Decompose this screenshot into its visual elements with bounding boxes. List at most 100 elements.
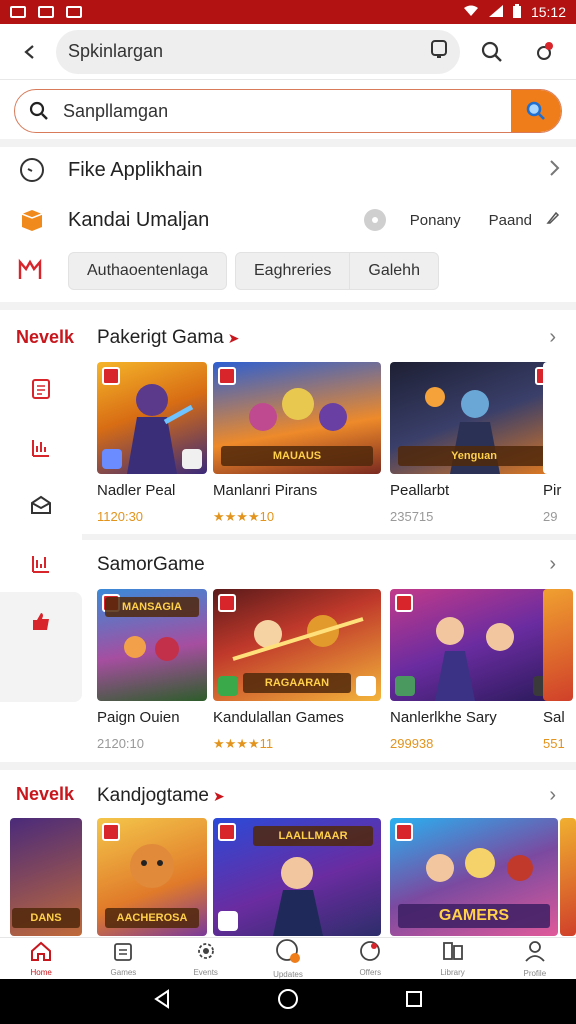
left-nav-item-news[interactable]	[0, 362, 82, 420]
game-card[interactable]: MAUAUS Manlanri Pirans ★★★★10	[213, 362, 381, 525]
game-thumbnail: AACHEROSA	[97, 818, 207, 936]
left-nav-heading: Nevelk	[16, 327, 75, 347]
bottom-nav-offers[interactable]: Offers	[329, 940, 411, 977]
tablet-icon[interactable]	[430, 39, 448, 64]
menu-row-file-apps[interactable]: Fike Applikhain	[0, 145, 576, 195]
search-icon	[15, 101, 63, 121]
chip-all[interactable]: Authaoentenlaga	[68, 252, 227, 290]
envelope-icon	[29, 494, 53, 521]
category-icon	[16, 254, 44, 286]
box-icon	[16, 204, 48, 236]
section-title[interactable]: SamorGame	[97, 554, 205, 576]
menu-label: Fike Applikhain	[68, 158, 203, 181]
bottom-nav: Home Games Events Updates Offers Library	[0, 937, 576, 979]
chevron-right-icon[interactable]: ›	[549, 553, 556, 576]
back-icon[interactable]	[10, 32, 50, 72]
chevron-right-icon[interactable]: ›	[549, 326, 556, 349]
menu-row-downloads[interactable]: Kandai Umaljan Ponany Paand	[0, 195, 576, 245]
game-meta: 1120:30	[97, 509, 144, 524]
game-thumbnail	[390, 589, 558, 701]
game-thumbnail: MANSAGIA	[97, 589, 207, 701]
filter-chips: Authaoentenlaga Eaghreries Galehh	[68, 252, 439, 290]
bottom-nav-games[interactable]: Games	[82, 940, 164, 977]
game-title: Nadler Peal	[97, 482, 176, 499]
game-card[interactable]: MANSAGIA Paign Ouien 2120:10	[97, 589, 207, 751]
settings-icon[interactable]	[524, 32, 564, 72]
game-banner-text: DANS	[12, 908, 80, 928]
chevron-right-icon[interactable]: ›	[549, 784, 556, 807]
search-submit-button[interactable]	[511, 90, 561, 132]
bottom-nav-updates[interactable]: Updates	[247, 938, 329, 979]
game-title: Sal	[543, 709, 565, 726]
bottom-nav-label: Games	[110, 968, 137, 977]
game-thumbnail: Yenguan	[390, 362, 558, 474]
left-nav-item-mail[interactable]	[0, 478, 82, 536]
search-input[interactable]	[63, 100, 511, 122]
game-card[interactable]: Nanlerlkhe Sary 299938	[390, 589, 558, 751]
game-card[interactable]	[560, 818, 576, 936]
game-meta: 235715	[390, 509, 434, 524]
bottom-nav-profile[interactable]: Profile	[494, 939, 576, 978]
platform-icon	[102, 449, 122, 469]
section-title[interactable]: Kandjogtame ➤	[97, 785, 225, 807]
game-card[interactable]: LAALLMAAR	[213, 818, 381, 936]
battery-icon	[512, 3, 521, 21]
game-card[interactable]: GAMERS	[390, 818, 558, 936]
recents-square-icon[interactable]	[405, 990, 423, 1013]
chart-icon	[30, 551, 52, 580]
platform-icon	[218, 911, 238, 931]
chart-icon	[30, 435, 52, 464]
app-title-field[interactable]: Spkinlargan	[56, 29, 460, 74]
game-banner-text: MAUAUS	[221, 446, 373, 466]
left-nav-item-likes[interactable]	[0, 594, 82, 652]
left-nav-item-stats[interactable]	[0, 536, 82, 594]
left-nav-heading: Nevelk	[16, 784, 75, 804]
game-card[interactable]: RAGAARAN Kandulallan Games ★★★★11	[213, 589, 381, 752]
calendar-icon	[112, 940, 134, 967]
option-company[interactable]: Ponany	[410, 212, 461, 229]
game-card[interactable]: Sal 551	[543, 589, 573, 751]
heart-icon	[358, 940, 382, 967]
bottom-nav-label: Updates	[273, 970, 303, 979]
back-triangle-icon[interactable]	[153, 989, 171, 1014]
app-title: Spkinlargan	[68, 41, 164, 61]
game-card[interactable]: DANS	[10, 818, 82, 936]
mail-icon	[66, 6, 82, 18]
game-title: Kandulallan Games	[213, 709, 344, 726]
system-nav-bar	[0, 979, 576, 1024]
bottom-nav-home[interactable]: Home	[0, 940, 82, 977]
left-nav-item-charts[interactable]	[0, 420, 82, 478]
app-badge-icon	[218, 823, 236, 841]
divider	[0, 762, 576, 770]
section-title[interactable]: Pakerigt Gama ➤	[97, 327, 239, 349]
game-banner-text: LAALLMAAR	[253, 826, 373, 846]
bottom-nav-events[interactable]: Events	[165, 940, 247, 977]
edit-icon[interactable]	[546, 211, 560, 229]
game-card[interactable]: AACHEROSA	[97, 818, 207, 936]
game-card[interactable]: Pir 29	[543, 362, 573, 524]
game-card[interactable]: Yenguan Peallarbt 235715	[390, 362, 558, 524]
toggle-button[interactable]	[363, 209, 386, 231]
game-title: Manlanri Pirans	[213, 482, 318, 499]
divider	[82, 534, 576, 540]
option-brand[interactable]: Paand	[489, 212, 532, 229]
app-badge-icon	[395, 594, 413, 612]
platform-icon	[182, 449, 202, 469]
platform-icon	[356, 676, 376, 696]
game-meta: 551	[543, 736, 565, 751]
arrow-icon: ➤	[227, 329, 240, 346]
user-icon	[523, 939, 547, 968]
search-icon[interactable]	[472, 32, 512, 72]
game-meta: 299938	[390, 736, 434, 751]
chip-categories[interactable]: Eaghreries	[235, 252, 351, 290]
chip-gallery[interactable]: Galehh	[350, 252, 439, 290]
home-circle-icon[interactable]	[277, 988, 299, 1015]
app-bar: Spkinlargan	[0, 24, 576, 80]
bottom-nav-library[interactable]: Library	[411, 940, 493, 977]
game-banner-text: AACHEROSA	[105, 908, 199, 928]
arrow-icon: ➤	[212, 787, 225, 804]
clock-text: 15:12	[530, 4, 566, 20]
bottom-nav-label: Events	[193, 968, 218, 977]
game-card[interactable]: Nadler Peal 1120:30	[97, 362, 207, 524]
app-badge-icon	[218, 594, 236, 612]
